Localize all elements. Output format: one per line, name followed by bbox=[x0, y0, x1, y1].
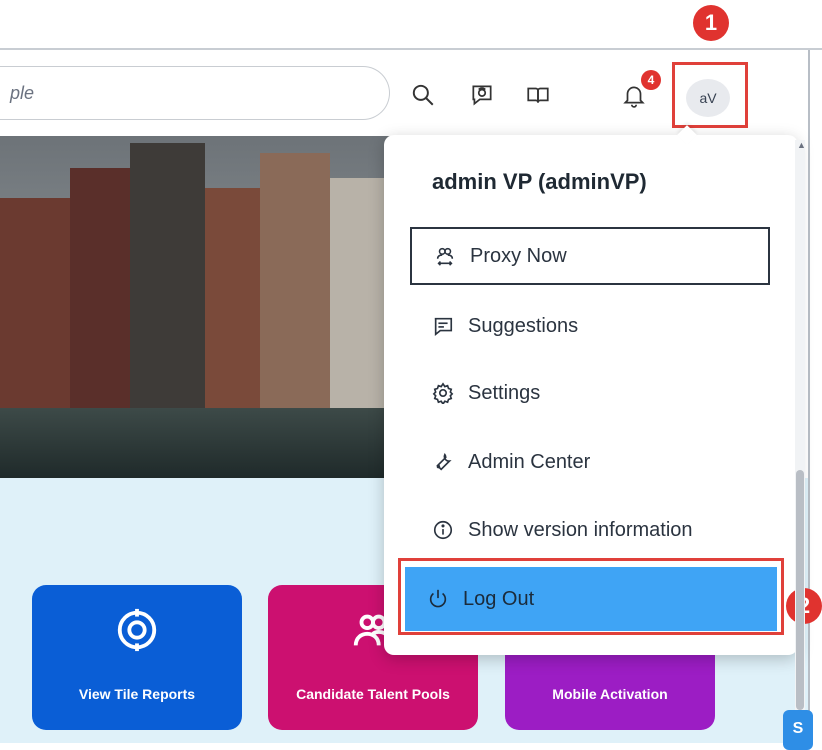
menu-item-proxy-now[interactable]: Proxy Now bbox=[410, 227, 770, 285]
menu-item-admin-center[interactable]: Admin Center bbox=[410, 433, 770, 491]
wrench-icon bbox=[430, 449, 456, 475]
menu-item-settings[interactable]: Settings bbox=[410, 364, 770, 422]
info-icon bbox=[430, 517, 456, 543]
scroll-up-arrow-icon[interactable]: ▲ bbox=[797, 140, 806, 150]
suggestions-icon bbox=[430, 313, 456, 339]
tile-label: View Tile Reports bbox=[78, 686, 196, 702]
floating-help-button[interactable]: S bbox=[783, 710, 813, 750]
menu-item-label: Suggestions bbox=[468, 314, 579, 337]
tile-label: Mobile Activation bbox=[552, 686, 668, 702]
menu-item-label: Settings bbox=[468, 381, 541, 404]
gear-icon bbox=[430, 380, 456, 406]
menu-item-label: Show version information bbox=[468, 518, 693, 541]
target-icon bbox=[114, 607, 160, 658]
chat-assistant-icon[interactable] bbox=[469, 82, 495, 108]
avatar-highlight-box bbox=[672, 62, 748, 128]
proxy-icon bbox=[432, 243, 458, 269]
menu-item-label: Proxy Now bbox=[470, 244, 567, 267]
callout-step-1: 1 bbox=[693, 5, 729, 41]
tile-view-tile-reports[interactable]: View Tile Reports bbox=[32, 585, 242, 730]
menu-item-show-version-information[interactable]: Show version information bbox=[410, 501, 770, 559]
menu-item-label: Admin Center bbox=[468, 450, 591, 473]
user-name: admin VP (adminVP) bbox=[432, 169, 647, 194]
banner-image bbox=[0, 136, 395, 478]
learning-book-icon[interactable] bbox=[525, 82, 551, 108]
tile-label: Candidate Talent Pools bbox=[296, 686, 450, 702]
logout-highlight-box bbox=[398, 558, 784, 635]
search-input-text: ple bbox=[10, 83, 35, 103]
search-icon[interactable] bbox=[410, 82, 436, 108]
menu-item-suggestions[interactable]: Suggestions bbox=[410, 297, 770, 355]
notification-badge: 4 bbox=[641, 70, 661, 90]
scrollbar-thumb[interactable] bbox=[796, 470, 804, 710]
search-input[interactable]: ple bbox=[0, 66, 390, 120]
